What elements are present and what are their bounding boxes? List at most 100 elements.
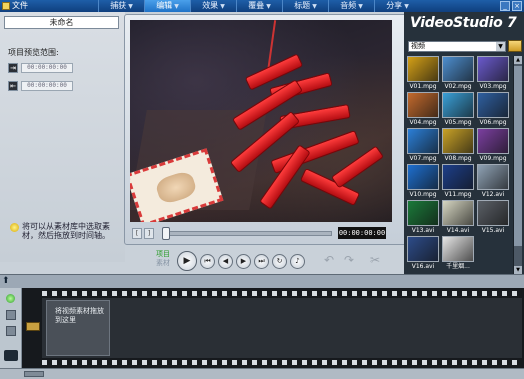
play-button[interactable]: ▶: [177, 251, 197, 271]
next-frame-icon: ▶: [240, 257, 247, 265]
timeline-scroll-thumb[interactable]: [24, 371, 44, 377]
thumbnail-label: V11.mpg: [444, 191, 472, 198]
range-start-row: ⇥ 00:00:00:00: [8, 62, 74, 73]
film-sprockets-bottom: [42, 360, 522, 365]
thumbnail-label: 千里烟...: [446, 263, 470, 270]
library-thumbnail[interactable]: V07.mpg: [407, 128, 439, 164]
library-thumbnail[interactable]: V03.mpg: [477, 56, 509, 92]
timecode-display[interactable]: 00:00:00:00: [338, 227, 386, 239]
next-frame-button[interactable]: ▶: [236, 253, 251, 269]
close-icon[interactable]: ×: [512, 1, 522, 11]
range-start-time[interactable]: 00:00:00:00: [21, 62, 73, 73]
range-end-time[interactable]: 00:00:00:00: [21, 80, 73, 91]
previous-frame-button[interactable]: ◀: [218, 253, 233, 269]
library-category-dropdown[interactable]: 视频 ▼: [408, 41, 506, 52]
step-tab-label: 编辑: [156, 1, 173, 10]
step-tab-1[interactable]: 编辑 ▼: [144, 0, 190, 12]
step-tab-4[interactable]: 标题 ▼: [282, 0, 328, 12]
volume-button[interactable]: ♪: [290, 253, 305, 269]
storyboard-view-icon[interactable]: [6, 294, 15, 303]
playback-mode: 项目 素材: [156, 250, 170, 268]
library-thumbnail[interactable]: V06.mpg: [477, 92, 509, 128]
thumbnail-image: [407, 236, 439, 262]
thumbnail-image: [407, 128, 439, 154]
scrub-track[interactable]: [164, 231, 332, 236]
library-thumbnail[interactable]: V12.avi: [477, 164, 509, 200]
audio-view-icon[interactable]: [6, 326, 16, 336]
range-end-row: ⇤ 00:00:00:00: [8, 80, 74, 91]
step-tab-3[interactable]: 覆叠 ▼: [236, 0, 282, 12]
library-thumbnail[interactable]: V13.avi: [407, 200, 439, 236]
project-name-field[interactable]: 未命名: [4, 16, 119, 29]
home-button[interactable]: ⏮: [200, 253, 215, 269]
library-category-value: 视频: [411, 42, 425, 50]
mode-project[interactable]: 项目: [156, 250, 170, 259]
thumbnail-image: [477, 164, 509, 190]
redo-icon[interactable]: ↷: [342, 253, 356, 267]
clip-drop-hint: 将视频素材拖放到这里: [55, 307, 104, 324]
options-panel: 未命名 项目预览范围: ⇥ 00:00:00:00 ⇤ 00:00:00:00 …: [0, 12, 125, 262]
thumbnail-label: V16.avi: [411, 263, 435, 270]
step-tab-6[interactable]: 分享 ▼: [374, 0, 420, 12]
thumbnail-label: V15.avi: [481, 227, 505, 234]
library-thumbnail[interactable]: V15.avi: [477, 200, 509, 236]
mark-out-icon[interactable]: ⇤: [8, 80, 18, 91]
repeat-button[interactable]: ↻: [272, 253, 287, 269]
clip-drop-slot[interactable]: 将视频素材拖放到这里: [46, 300, 110, 356]
go-to-start-icon: ⏮: [204, 256, 211, 265]
library-thumbnail[interactable]: V04.mpg: [407, 92, 439, 128]
library-thumbnail[interactable]: V16.avi: [407, 236, 439, 272]
thumbnail-image: [442, 236, 474, 262]
library-thumbnail[interactable]: V09.mpg: [477, 128, 509, 164]
film-sprockets-top: [42, 291, 522, 296]
step-tab-0[interactable]: 捕获 ▼: [98, 0, 144, 12]
library-thumbnail[interactable]: V01.mpg: [407, 56, 439, 92]
thumbnail-label: V02.mpg: [444, 83, 472, 90]
library-thumbnail[interactable]: V10.mpg: [407, 164, 439, 200]
timeline-toggle-icon[interactable]: ⬆: [2, 276, 10, 286]
scroll-down-icon[interactable]: ▼: [514, 266, 522, 274]
scroll-thumb[interactable]: [514, 66, 522, 246]
library-thumbnail[interactable]: V14.avi: [442, 200, 474, 236]
thumbnail-image: [442, 128, 474, 154]
mark-in-button[interactable]: [: [132, 228, 142, 239]
app-window: 文件 捕获 ▼ 编辑 ▼ 效果 ▼ 覆叠 ▼ 标题 ▼ 音频 ▼ 分享 ▼ _ × 未命名 项目预览范围:…: [0, 0, 524, 379]
step-tab-label: 分享: [386, 1, 403, 10]
thumbnail-image: [407, 56, 439, 82]
chevron-down-icon: ▼: [128, 3, 133, 10]
end-button[interactable]: ⏭: [254, 253, 269, 269]
app-logo: VideoStudio 7: [410, 15, 517, 31]
timeline-view-icon[interactable]: [6, 310, 16, 320]
step-tab-5[interactable]: 音频 ▼: [328, 0, 374, 12]
drag-hint: 将可以从素材库中选取素材，然后拖放到时间轴。: [10, 222, 120, 240]
undo-icon[interactable]: ↶: [322, 253, 336, 267]
file-icon: [2, 2, 10, 10]
library-thumbnail[interactable]: 千里烟...: [442, 236, 474, 272]
mark-in-icon[interactable]: ⇥: [8, 62, 18, 73]
split-icon[interactable]: ✂: [368, 253, 382, 267]
thumbnail-label: V05.mpg: [444, 119, 472, 126]
file-menu[interactable]: 文件: [2, 0, 28, 12]
library-thumbnail[interactable]: V11.mpg: [442, 164, 474, 200]
minimize-icon[interactable]: _: [500, 1, 510, 11]
thumbnail-image: [477, 56, 509, 82]
file-menu-label: 文件: [12, 1, 28, 10]
scroll-up-icon[interactable]: ▲: [514, 56, 522, 64]
step-tab-label: 标题: [294, 1, 311, 10]
thumbnail-label: V12.avi: [481, 191, 505, 198]
library-scrollbar[interactable]: ▲ ▼: [513, 56, 522, 274]
mode-clip[interactable]: 素材: [156, 259, 170, 268]
step-tab-2[interactable]: 效果 ▼: [190, 0, 236, 12]
library-thumbnail[interactable]: V05.mpg: [442, 92, 474, 128]
window-controls: _ ×: [500, 1, 522, 11]
folder-icon[interactable]: [508, 40, 522, 52]
camera-icon[interactable]: [4, 350, 18, 361]
storyboard-track[interactable]: 将视频素材拖放到这里: [42, 298, 522, 358]
library-thumbnail[interactable]: V08.mpg: [442, 128, 474, 164]
scrub-handle[interactable]: [162, 227, 170, 240]
mark-out-button[interactable]: ]: [144, 228, 154, 239]
timeline-scrollbar[interactable]: [0, 368, 524, 379]
library-thumbnail[interactable]: V02.mpg: [442, 56, 474, 92]
step-tab-label: 捕获: [110, 1, 127, 10]
thumbnail-label: V04.mpg: [409, 119, 437, 126]
